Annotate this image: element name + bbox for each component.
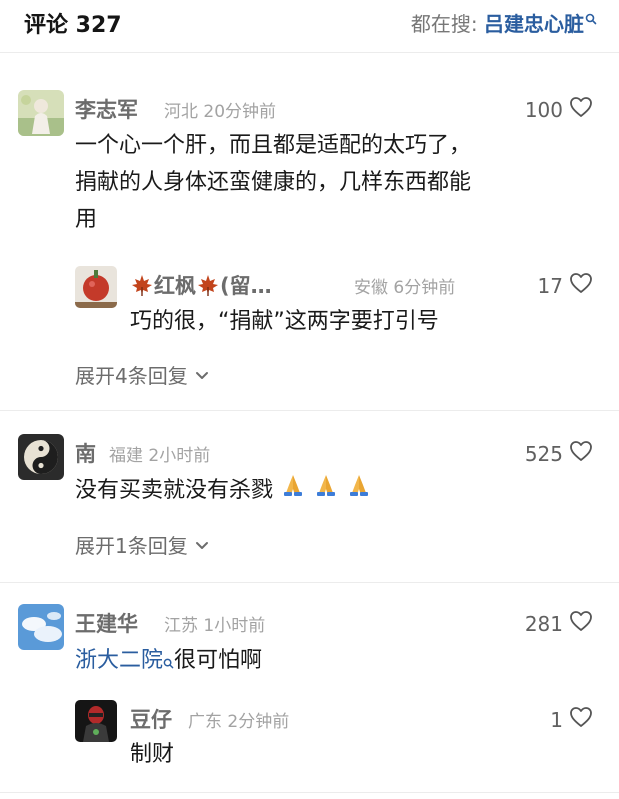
reply-meta: 广东 2分钟前	[188, 707, 289, 732]
like-button[interactable]: 100	[525, 96, 593, 123]
comment-text: 没有买卖就没有杀戮	[75, 472, 372, 510]
chevron-down-icon	[194, 363, 210, 387]
heart-outline-icon[interactable]	[569, 440, 593, 467]
comment-meta: 江苏 1小时前	[164, 611, 265, 636]
praying-hands-icon	[346, 472, 372, 510]
avatar[interactable]	[18, 604, 64, 650]
like-count: 17	[537, 273, 563, 298]
reply-text: 制财	[130, 742, 175, 767]
avatar[interactable]	[75, 266, 117, 308]
trending-search-prefix: 都在搜:	[410, 12, 484, 36]
expand-replies-label: 展开4条回复	[75, 364, 188, 388]
comment-meta: 福建 2小时前	[109, 441, 210, 466]
comment-author[interactable]: 王建华	[75, 608, 138, 638]
comment-location: 江苏	[164, 616, 198, 636]
expand-replies-label: 展开1条回复	[75, 534, 188, 558]
reply-author[interactable]: 红枫 (留…	[130, 270, 272, 302]
avatar[interactable]	[18, 434, 64, 480]
reply-time: 6分钟前	[393, 278, 456, 298]
search-icon[interactable]	[163, 644, 174, 681]
reply-meta: 安徽 6分钟前	[354, 273, 455, 298]
like-count: 1	[550, 707, 563, 732]
expand-replies-button[interactable]: 展开4条回复	[75, 360, 210, 389]
comment-location: 福建	[109, 446, 143, 466]
header-divider	[0, 52, 619, 53]
reply-text: 巧的很，“捐献”这两字要打引号	[130, 309, 439, 334]
comment-divider	[0, 410, 619, 411]
heart-outline-icon[interactable]	[569, 610, 593, 637]
maple-leaf-icon	[130, 273, 154, 302]
comment-text-line: 捐献的人身体还蛮健康的，几样东西都能	[75, 170, 472, 195]
chevron-down-icon	[194, 533, 210, 557]
comment-text-line: 一个心一个肝，而且都是适配的太巧了，	[75, 133, 472, 158]
expand-replies-button[interactable]: 展开1条回复	[75, 530, 210, 559]
like-count: 100	[524, 97, 563, 122]
comment-text-line: 用	[75, 207, 98, 232]
like-button[interactable]: 525	[525, 440, 593, 467]
like-count: 281	[524, 611, 563, 636]
comment-text: 浙大二院 很可怕啊	[75, 642, 262, 681]
comment-text-body: 很可怕啊	[174, 648, 263, 673]
reply-author-name: 红枫	[154, 274, 196, 298]
praying-hands-icon	[313, 472, 339, 510]
comment-count-title: 评论 327	[24, 13, 122, 38]
comment-time: 20分钟前	[203, 102, 277, 122]
comment-author[interactable]: 李志军	[75, 94, 138, 124]
avatar[interactable]	[75, 700, 117, 742]
praying-hands-icon	[280, 472, 306, 510]
comment-text-body: 没有买卖就没有杀戮	[75, 478, 274, 503]
heart-outline-icon[interactable]	[569, 272, 593, 299]
like-button[interactable]: 281	[525, 610, 593, 637]
comment-text: 一个心一个肝，而且都是适配的太巧了， 捐献的人身体还蛮健康的，几样东西都能 用	[75, 127, 595, 238]
reply-time: 2分钟前	[227, 712, 290, 732]
reply-location: 安徽	[354, 278, 388, 298]
reply-location: 广东	[188, 712, 222, 732]
avatar[interactable]	[18, 90, 64, 136]
topic-link[interactable]: 浙大二院	[75, 648, 163, 673]
comment-time: 1小时前	[203, 616, 266, 636]
reply-author[interactable]: 豆仔	[130, 704, 172, 734]
trending-search[interactable]: 都在搜: 吕建忠心脏	[411, 8, 597, 37]
like-button[interactable]: 1	[550, 706, 593, 733]
comment-meta: 河北 20分钟前	[164, 97, 276, 122]
comment-divider	[0, 582, 619, 583]
heart-outline-icon[interactable]	[569, 706, 593, 733]
trending-search-keyword[interactable]: 吕建忠心脏	[484, 12, 584, 36]
comment-time: 2小时前	[148, 446, 211, 466]
maple-leaf-icon	[196, 273, 220, 302]
comment-author[interactable]: 南	[75, 438, 96, 468]
heart-outline-icon[interactable]	[569, 96, 593, 123]
like-count: 525	[524, 441, 563, 466]
like-button[interactable]: 17	[538, 272, 593, 299]
comment-location: 河北	[164, 102, 198, 122]
reply-author-suffix: (留…	[220, 274, 272, 298]
comments-header: 评论 327 都在搜: 吕建忠心脏	[0, 0, 619, 50]
comment-divider	[0, 792, 619, 793]
search-icon[interactable]	[585, 6, 597, 30]
